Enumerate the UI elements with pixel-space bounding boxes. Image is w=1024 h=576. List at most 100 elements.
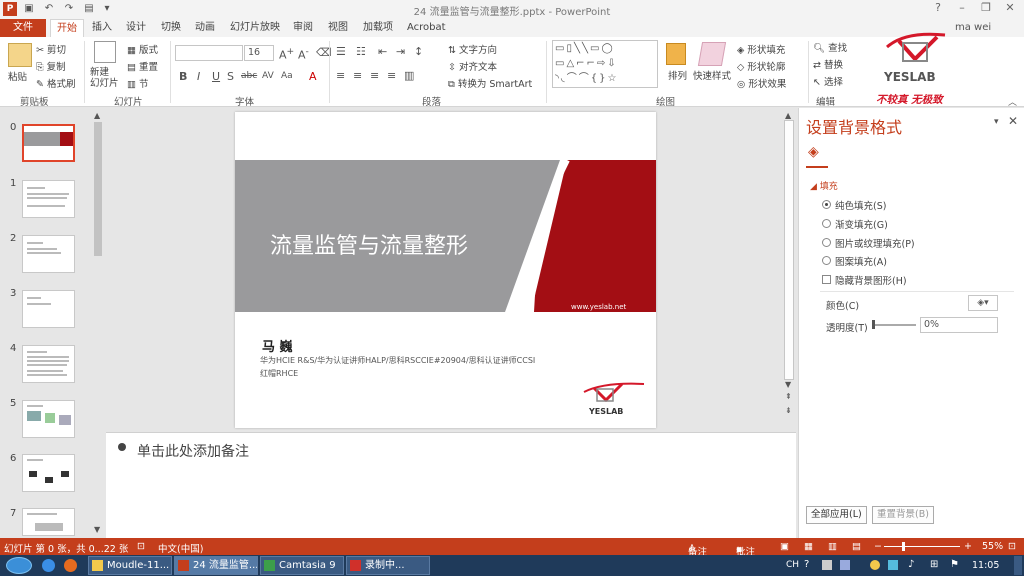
collapse-ribbon-icon[interactable]: ︿	[1008, 95, 1017, 108]
indent-icon[interactable]: ⇤	[378, 45, 387, 58]
char-spacing-button[interactable]: AV	[262, 71, 274, 81]
pattern-fill-radio[interactable]	[822, 256, 831, 265]
transparency-field[interactable]: 0%	[920, 317, 998, 333]
section-button[interactable]: ▥ 节	[127, 76, 149, 90]
slide-thumbnail-0[interactable]	[22, 124, 75, 162]
volume-icon[interactable]: ♪	[908, 559, 914, 570]
tab-slideshow[interactable]: 幻灯片放映	[224, 19, 286, 37]
zoom-in-icon[interactable]: +	[964, 541, 972, 552]
replace-button[interactable]: ⇄ 替换	[813, 57, 843, 71]
shape-effects-button[interactable]: ◎ 形状效果	[737, 76, 786, 90]
help-button[interactable]: ?	[928, 1, 948, 17]
slide-thumbnail-7[interactable]	[22, 508, 75, 536]
zoom-slider-thumb[interactable]	[902, 542, 905, 551]
pane-close-icon[interactable]: ✕	[1008, 114, 1018, 128]
italic-button[interactable]: I	[197, 70, 200, 83]
reset-background-button[interactable]: 重置背景(B)	[872, 506, 934, 524]
show-desktop-button[interactable]	[1014, 556, 1022, 575]
fill-section-toggle[interactable]: ◢ 填充	[810, 179, 838, 192]
tab-acrobat[interactable]: Acrobat	[401, 19, 452, 37]
start-button-icon[interactable]	[6, 557, 32, 574]
slide-sorter-icon[interactable]: ▦	[804, 541, 813, 552]
slide-thumbnail-5[interactable]	[22, 400, 75, 438]
slide-thumbnail-4[interactable]	[22, 345, 75, 383]
slide-thumbnail-6[interactable]	[22, 454, 75, 492]
flag-icon[interactable]: ⚑	[950, 559, 959, 570]
scroll-up-icon[interactable]: ▲	[94, 111, 100, 120]
tab-addins[interactable]: 加载项	[357, 19, 399, 37]
tray-app-icon[interactable]	[888, 560, 898, 570]
pane-options-icon[interactable]: ▾	[994, 117, 999, 127]
thumbnail-scrollbar[interactable]: ▲ ▼	[92, 108, 104, 538]
normal-view-icon[interactable]: ▣	[780, 541, 789, 552]
smartart-button[interactable]: ⧉ 转换为 SmartArt	[448, 76, 532, 90]
layout-button[interactable]: ▦ 版式	[127, 42, 158, 56]
picture-fill-radio[interactable]	[822, 238, 831, 247]
slide-info-line-1[interactable]: 华为HCIE R&S/华为认证讲师HALP/思科RSCCIE#20904/思科认…	[260, 355, 535, 366]
input-language[interactable]: CH	[786, 560, 799, 570]
scroll-thumb[interactable]	[784, 120, 794, 380]
firefox-icon[interactable]	[64, 559, 77, 572]
zoom-slider[interactable]	[884, 546, 960, 547]
tray-help-icon[interactable]: ?	[804, 559, 809, 570]
hide-graphics-label[interactable]: 隐藏背景图形(H)	[835, 273, 907, 287]
tab-animations[interactable]: 动画	[189, 19, 221, 37]
outdent-icon[interactable]: ⇥	[396, 45, 405, 58]
align-center-icon[interactable]: ≡	[353, 69, 362, 82]
tab-design[interactable]: 设计	[120, 19, 152, 37]
taskbar-item-recording[interactable]: 录制中...	[346, 556, 430, 575]
change-case-button[interactable]: Aa	[281, 71, 293, 81]
slide-info-line-2[interactable]: 红帽RHCE	[260, 368, 298, 379]
quick-styles-button[interactable]: 快速样式	[693, 68, 731, 82]
reset-button[interactable]: ▤ 重置	[127, 59, 158, 73]
font-color-button[interactable]: A	[309, 70, 317, 83]
cut-button[interactable]: ✂ 剪切	[36, 42, 66, 56]
slide-thumbnail-3[interactable]	[22, 290, 75, 328]
prev-slide-icon[interactable]: ⇞	[785, 392, 792, 401]
maximize-button[interactable]: ❐	[976, 1, 996, 17]
taskbar-item-camtasia[interactable]: Camtasia 9	[260, 556, 344, 575]
zoom-level[interactable]: 55%	[982, 541, 1003, 552]
slide-scrollbar[interactable]: ▲ ▼ ⇞ ⇟	[782, 108, 796, 430]
clock[interactable]: 11:05	[972, 560, 999, 571]
underline-button[interactable]: U	[212, 70, 220, 83]
tray-app-icon[interactable]	[822, 560, 832, 570]
strikethrough-button[interactable]: abc	[241, 71, 257, 81]
slideshow-view-icon[interactable]: ▤	[852, 541, 861, 552]
shadow-button[interactable]: S	[227, 70, 234, 83]
notes-placeholder[interactable]: 单击此处添加备注	[137, 441, 249, 461]
bold-button[interactable]: B	[179, 70, 187, 83]
picture-fill-label[interactable]: 图片或纹理填充(P)	[835, 236, 915, 250]
scroll-down-icon[interactable]: ▼	[785, 380, 791, 389]
find-button[interactable]: 🔍︎ 查找	[813, 40, 847, 54]
gradient-fill-radio[interactable]	[822, 219, 831, 228]
fit-slide-icon[interactable]: ⊡	[1008, 541, 1016, 552]
next-slide-icon[interactable]: ⇟	[785, 406, 792, 415]
justify-icon[interactable]: ≡	[387, 69, 396, 82]
paste-icon[interactable]	[8, 43, 32, 67]
spellcheck-icon[interactable]: ⊡	[137, 541, 145, 552]
tab-review[interactable]: 审阅	[287, 19, 319, 37]
tray-app-icon[interactable]	[840, 560, 850, 570]
tab-file[interactable]: 文件	[0, 19, 46, 37]
copy-button[interactable]: ⎘ 复制	[36, 59, 66, 73]
columns-icon[interactable]: ▥	[404, 69, 414, 82]
shape-outline-button[interactable]: ◇ 形状轮廓	[737, 59, 785, 73]
select-button[interactable]: ↖ 选择	[813, 74, 843, 88]
bullets-icon[interactable]: ☰	[336, 45, 346, 58]
new-slide-icon[interactable]	[94, 41, 116, 63]
align-right-icon[interactable]: ≡	[370, 69, 379, 82]
scroll-down-icon[interactable]: ▼	[94, 525, 100, 534]
network-icon[interactable]: ⊞	[930, 559, 938, 570]
slide-author[interactable]: 马 巍	[262, 336, 293, 355]
slide-thumbnail-1[interactable]	[22, 180, 75, 218]
solid-fill-label[interactable]: 纯色填充(S)	[835, 198, 886, 212]
color-picker-button[interactable]: ◈▾	[968, 295, 998, 311]
scroll-up-icon[interactable]: ▲	[785, 111, 791, 120]
tab-insert[interactable]: 插入	[86, 19, 118, 37]
gradient-fill-label[interactable]: 渐变填充(G)	[835, 217, 888, 231]
paste-button[interactable]: 粘贴	[8, 69, 27, 83]
solid-fill-radio[interactable]	[822, 200, 831, 209]
quick-styles-icon[interactable]	[697, 42, 727, 66]
format-painter-button[interactable]: ✎ 格式刷	[36, 76, 76, 90]
